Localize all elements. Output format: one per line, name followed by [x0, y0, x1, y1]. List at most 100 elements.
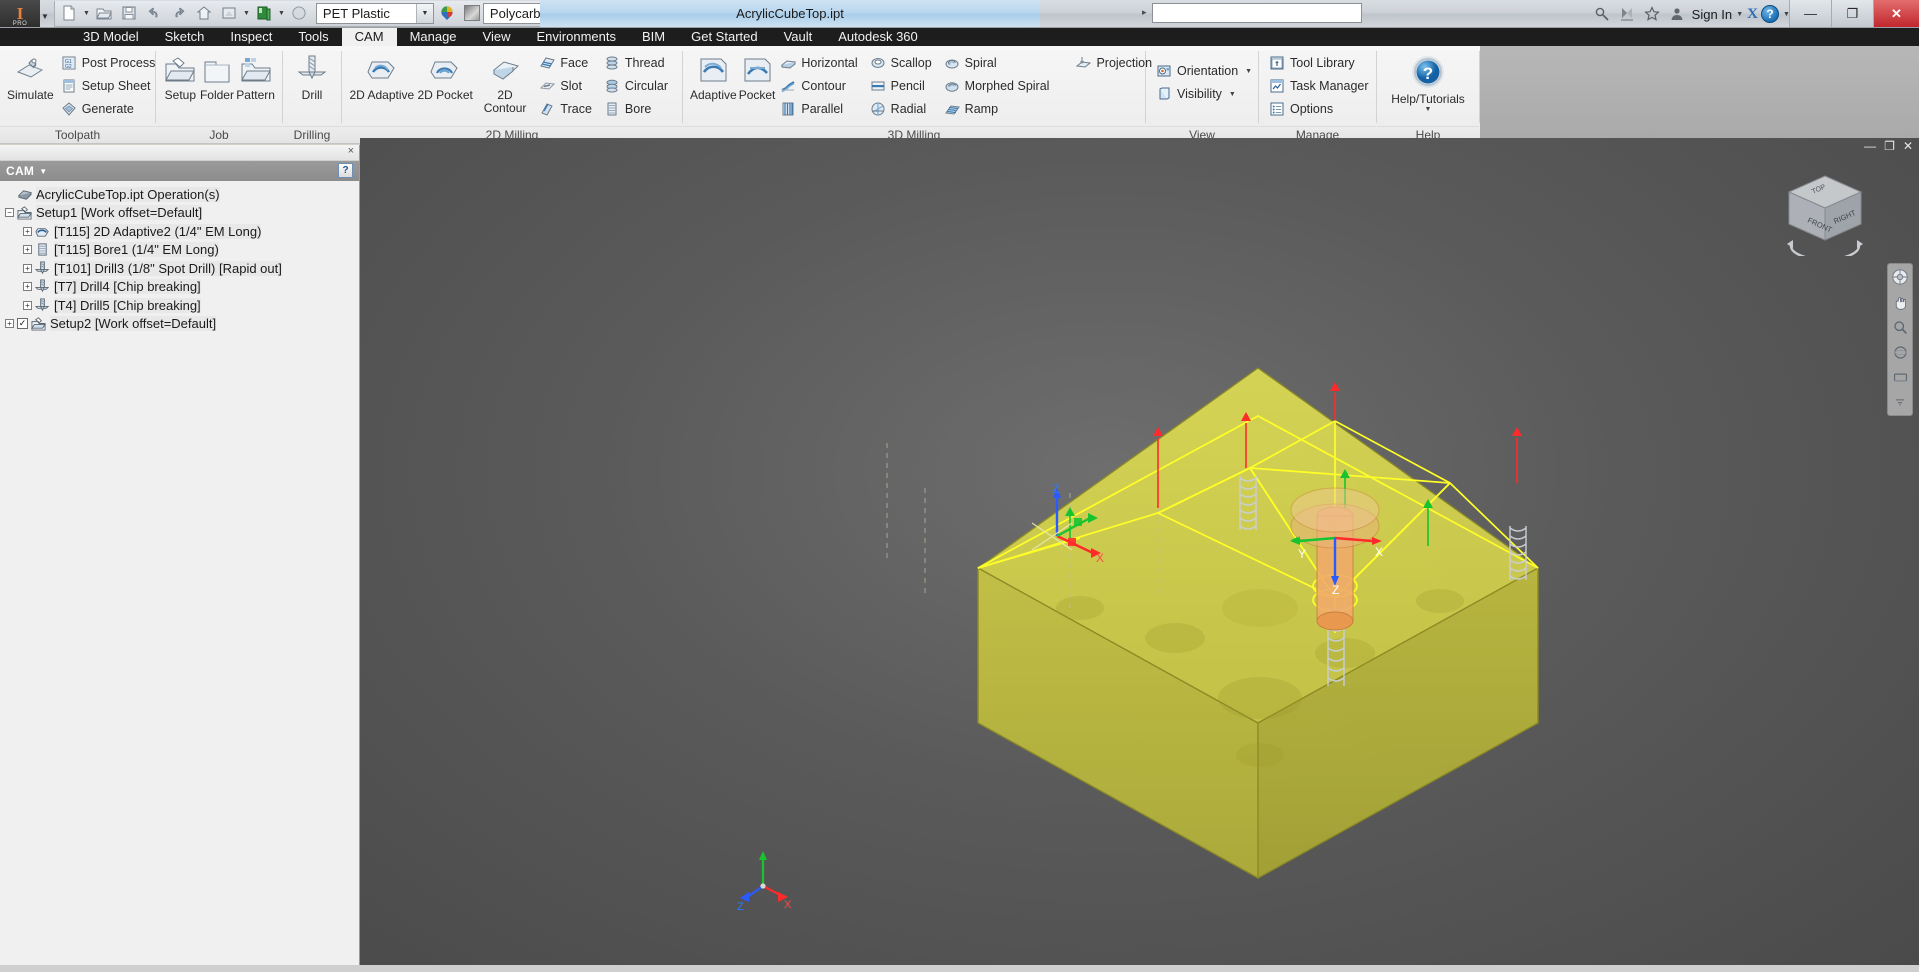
parallel-button[interactable]: Parallel: [776, 98, 865, 120]
tree-item[interactable]: + [T115] Bore1 (1/4" EM Long): [0, 241, 359, 260]
orientation-dropdown-icon[interactable]: ▼: [1245, 68, 1252, 75]
home-icon[interactable]: [192, 1, 216, 25]
ribbon-tab-environments[interactable]: Environments: [524, 28, 629, 46]
browser-close-icon[interactable]: ×: [348, 145, 354, 157]
title-overflow-icon[interactable]: ▸: [1142, 7, 1147, 18]
trace-button[interactable]: Trace: [535, 98, 600, 120]
tree-item[interactable]: + [T115] 2D Adaptive2 (1/4" EM Long): [0, 222, 359, 241]
undo-icon[interactable]: [142, 1, 166, 25]
ribbon-tab-tools[interactable]: Tools: [285, 28, 341, 46]
canvas-restore-button[interactable]: ❐: [1884, 140, 1895, 152]
look-at-icon[interactable]: [1890, 367, 1910, 387]
horizontal-button[interactable]: Horizontal: [776, 52, 865, 74]
task-manager-button[interactable]: Task Manager: [1265, 75, 1377, 97]
sign-in-label[interactable]: Sign In: [1692, 7, 1732, 22]
expand-icon[interactable]: +: [23, 282, 32, 292]
collapse-icon[interactable]: −: [5, 208, 14, 218]
help-tutorials-button[interactable]: ? Help/Tutorials ▼: [1383, 50, 1473, 114]
3d-adaptive-button[interactable]: Adaptive: [689, 50, 738, 103]
2d-pocket-button[interactable]: 2D Pocket: [416, 50, 475, 103]
cam-help-badge[interactable]: ?: [338, 163, 353, 178]
ribbon-tab-vault[interactable]: Vault: [771, 28, 826, 46]
update-icon[interactable]: [252, 1, 276, 25]
pattern-button[interactable]: Pattern: [235, 50, 276, 103]
close-button[interactable]: ✕: [1873, 0, 1919, 27]
appearance-preview-icon[interactable]: [287, 1, 311, 25]
canvas-close-button[interactable]: ✕: [1903, 140, 1913, 152]
circular-button[interactable]: Circular: [600, 75, 676, 97]
open-file-icon[interactable]: [92, 1, 116, 25]
update-dropdown-icon[interactable]: ▼: [277, 10, 286, 17]
return-icon[interactable]: [217, 1, 241, 25]
tree-item[interactable]: + [T4] Drill5 [Chip breaking]: [0, 296, 359, 315]
view-cube[interactable]: FRONT RIGHT TOP: [1777, 166, 1873, 261]
visibility-dropdown-icon[interactable]: ▼: [1229, 91, 1236, 98]
tool-library-button[interactable]: Tool Library: [1265, 52, 1377, 74]
spiral-button[interactable]: Spiral: [940, 52, 1058, 74]
minimize-button[interactable]: —: [1789, 0, 1831, 27]
ribbon-tab-manage[interactable]: Manage: [397, 28, 470, 46]
user-account-icon[interactable]: [1666, 3, 1688, 25]
3d-contour-button[interactable]: Contour: [776, 75, 865, 97]
navbar-dropdown-icon[interactable]: [1890, 392, 1910, 412]
favorites-star-icon[interactable]: [1641, 3, 1663, 25]
new-file-dropdown-icon[interactable]: ▼: [82, 10, 91, 17]
bore-button[interactable]: Bore: [600, 98, 676, 120]
thread-button[interactable]: Thread: [600, 52, 676, 74]
setup-sheet-button[interactable]: Setup Sheet: [57, 75, 164, 97]
radial-button[interactable]: Radial: [866, 98, 940, 120]
material-dropdown-icon[interactable]: ▼: [415, 3, 433, 23]
zoom-icon[interactable]: [1890, 317, 1910, 337]
tree-item[interactable]: + ✓ Setup2 [Work offset=Default]: [0, 315, 359, 334]
return-dropdown-icon[interactable]: ▼: [242, 10, 251, 17]
tree-item-checkbox[interactable]: ✓: [17, 318, 28, 330]
ribbon-tab-3d-model[interactable]: 3D Model: [70, 28, 152, 46]
pencil-button[interactable]: Pencil: [866, 75, 940, 97]
expand-icon[interactable]: +: [23, 263, 32, 273]
tree-item[interactable]: + [T101] Drill3 (1/8" Spot Drill) [Rapid …: [0, 259, 359, 278]
cam-panel-dropdown-icon[interactable]: ▼: [39, 167, 47, 176]
folder-button[interactable]: Folder: [199, 50, 236, 103]
help-icon[interactable]: ?: [1761, 5, 1779, 23]
2d-adaptive-button[interactable]: 2D Adaptive: [348, 50, 416, 103]
expand-icon[interactable]: +: [23, 300, 32, 310]
search-input[interactable]: [1152, 3, 1362, 23]
inventor-logo[interactable]: I PRO: [0, 0, 40, 27]
visibility-button[interactable]: Visibility ▼: [1152, 83, 1260, 105]
expand-icon[interactable]: +: [5, 319, 14, 329]
save-icon[interactable]: [117, 1, 141, 25]
morphed-spiral-button[interactable]: Morphed Spiral: [940, 75, 1058, 97]
logo-dropdown-icon[interactable]: ▼: [41, 12, 49, 21]
graphics-canvas[interactable]: — ❐ ✕ FRONT RIGHT TOP X Y Z Z X Z X: [360, 138, 1919, 972]
ribbon-tab-sketch[interactable]: Sketch: [152, 28, 218, 46]
ribbon-tab-autodesk-360[interactable]: Autodesk 360: [825, 28, 931, 46]
new-file-icon[interactable]: [57, 1, 81, 25]
expand-icon[interactable]: +: [23, 226, 32, 236]
search-help-icon[interactable]: [1591, 3, 1613, 25]
material-browser-icon[interactable]: [435, 1, 459, 25]
options-button[interactable]: Options: [1265, 98, 1377, 120]
material-combo[interactable]: PET Plastic ▼: [315, 2, 434, 24]
orientation-button[interactable]: Orientation ▼: [1152, 60, 1260, 82]
generate-button[interactable]: Generate: [57, 98, 164, 120]
ribbon-tab-cam[interactable]: CAM: [341, 28, 397, 46]
ribbon-tab-bim[interactable]: BIM: [629, 28, 678, 46]
tree-item[interactable]: + [T7] Drill4 [Chip breaking]: [0, 278, 359, 297]
2d-contour-button[interactable]: 2D Contour: [475, 50, 536, 116]
scallop-button[interactable]: Scallop: [866, 52, 940, 74]
sign-in-dropdown-icon[interactable]: ▼: [1735, 11, 1744, 18]
tree-item[interactable]: AcrylicCubeTop.ipt Operation(s): [0, 185, 359, 204]
post-process-button[interactable]: G1 G2 Post Process: [57, 52, 164, 74]
full-navigation-wheel-icon[interactable]: [1890, 267, 1910, 287]
model-view[interactable]: X Y Z Z X Z X: [360, 138, 1919, 972]
expand-icon[interactable]: +: [23, 245, 32, 255]
setup-button[interactable]: Setup: [162, 50, 199, 103]
orbit-icon[interactable]: [1890, 342, 1910, 362]
cam-panel-header[interactable]: CAM ▼ ?: [0, 161, 359, 181]
satellite-icon[interactable]: [1616, 3, 1638, 25]
ribbon-tab-inspect[interactable]: Inspect: [217, 28, 285, 46]
pan-icon[interactable]: [1890, 292, 1910, 312]
ribbon-tab-get-started[interactable]: Get Started: [678, 28, 770, 46]
slot-button[interactable]: Slot: [535, 75, 600, 97]
ramp-button[interactable]: Ramp: [940, 98, 1058, 120]
